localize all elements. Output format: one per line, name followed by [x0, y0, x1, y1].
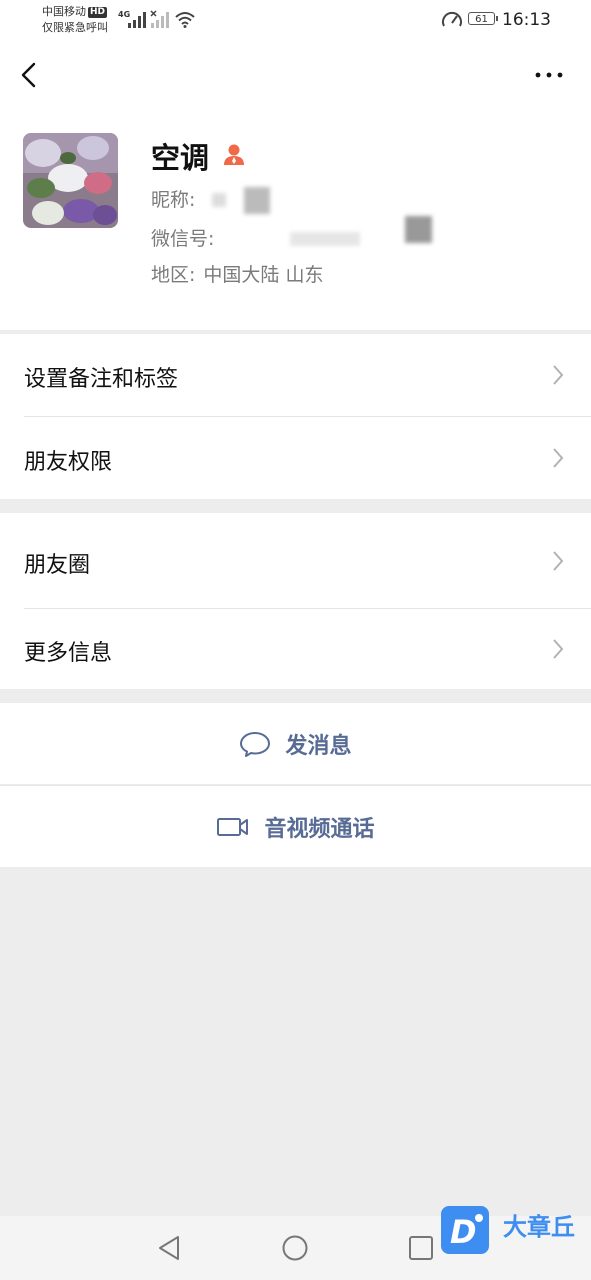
friend-permissions-row[interactable]: 朋友权限: [0, 417, 591, 499]
nickname-redacted: [212, 193, 226, 207]
battery-icon: 61: [468, 12, 498, 25]
speed-gauge-icon: [442, 11, 462, 27]
nav-recents-icon[interactable]: [408, 1235, 434, 1261]
back-arrow-icon[interactable]: [18, 60, 42, 90]
chevron-right-icon: [553, 639, 564, 659]
hd-badge: HD: [88, 7, 108, 18]
chevron-right-icon: [553, 551, 564, 571]
moments-row[interactable]: 朋友圈: [0, 513, 591, 608]
watermark-text: 大章丘: [503, 1213, 575, 1241]
profile-header: 空调 昵称: 微信号: 地区: 中国大陆 山东: [0, 40, 591, 330]
signal-icon: [128, 12, 146, 28]
region-value: 中国大陆 山东: [203, 264, 324, 286]
nav-home-icon[interactable]: [281, 1234, 309, 1262]
send-message-label: 发消息: [285, 733, 352, 759]
contact-name: 空调: [151, 141, 210, 175]
nav-back-icon[interactable]: [156, 1234, 182, 1262]
signal-no-sim-icon: [150, 10, 169, 28]
region-label: 地区: 中国大陆 山东: [151, 260, 323, 287]
status-bar: 中国移动 HD 仅限紧急呼叫 4G 61 16:13: [0, 0, 591, 40]
wechat-id-redacted-block: [405, 216, 432, 243]
remark-tags-row[interactable]: 设置备注和标签: [0, 334, 591, 416]
flower-avatar-image: [23, 133, 118, 228]
chevron-right-icon: [553, 365, 564, 385]
av-call-button[interactable]: 音视频通话: [0, 786, 591, 867]
more-info-label: 更多信息: [24, 641, 113, 666]
more-info-row[interactable]: 更多信息: [0, 609, 591, 689]
carrier-info: 中国移动 HD 仅限紧急呼叫: [42, 4, 108, 36]
wifi-icon: [175, 12, 195, 28]
chevron-right-icon: [553, 448, 564, 468]
send-message-button[interactable]: 发消息: [0, 703, 591, 784]
region-label-text: 地区:: [151, 264, 196, 286]
remark-tags-label: 设置备注和标签: [24, 367, 179, 392]
moments-info-section: 朋友圈 更多信息: [0, 513, 591, 689]
clock: 16:13: [502, 10, 551, 30]
friend-permissions-label: 朋友权限: [24, 450, 113, 475]
carrier-name: 中国移动: [42, 5, 86, 18]
more-options-icon[interactable]: [534, 64, 564, 86]
emergency-text: 仅限紧急呼叫: [42, 21, 108, 34]
nickname-redacted-block: [244, 187, 270, 214]
person-icon: [224, 144, 244, 165]
svg-text:D: D: [450, 1213, 477, 1251]
wechat-id-redacted: [290, 232, 360, 246]
moments-label: 朋友圈: [24, 553, 91, 578]
wechat-id-label: 微信号:: [151, 228, 215, 250]
nickname-label: 昵称:: [151, 189, 196, 211]
avatar[interactable]: [23, 133, 118, 228]
watermark-logo: D: [441, 1206, 489, 1254]
video-camera-icon: [217, 817, 249, 836]
remark-permission-section: 设置备注和标签 朋友权限: [0, 334, 591, 499]
chat-bubble-icon: [240, 731, 271, 757]
av-call-label: 音视频通话: [264, 816, 375, 842]
